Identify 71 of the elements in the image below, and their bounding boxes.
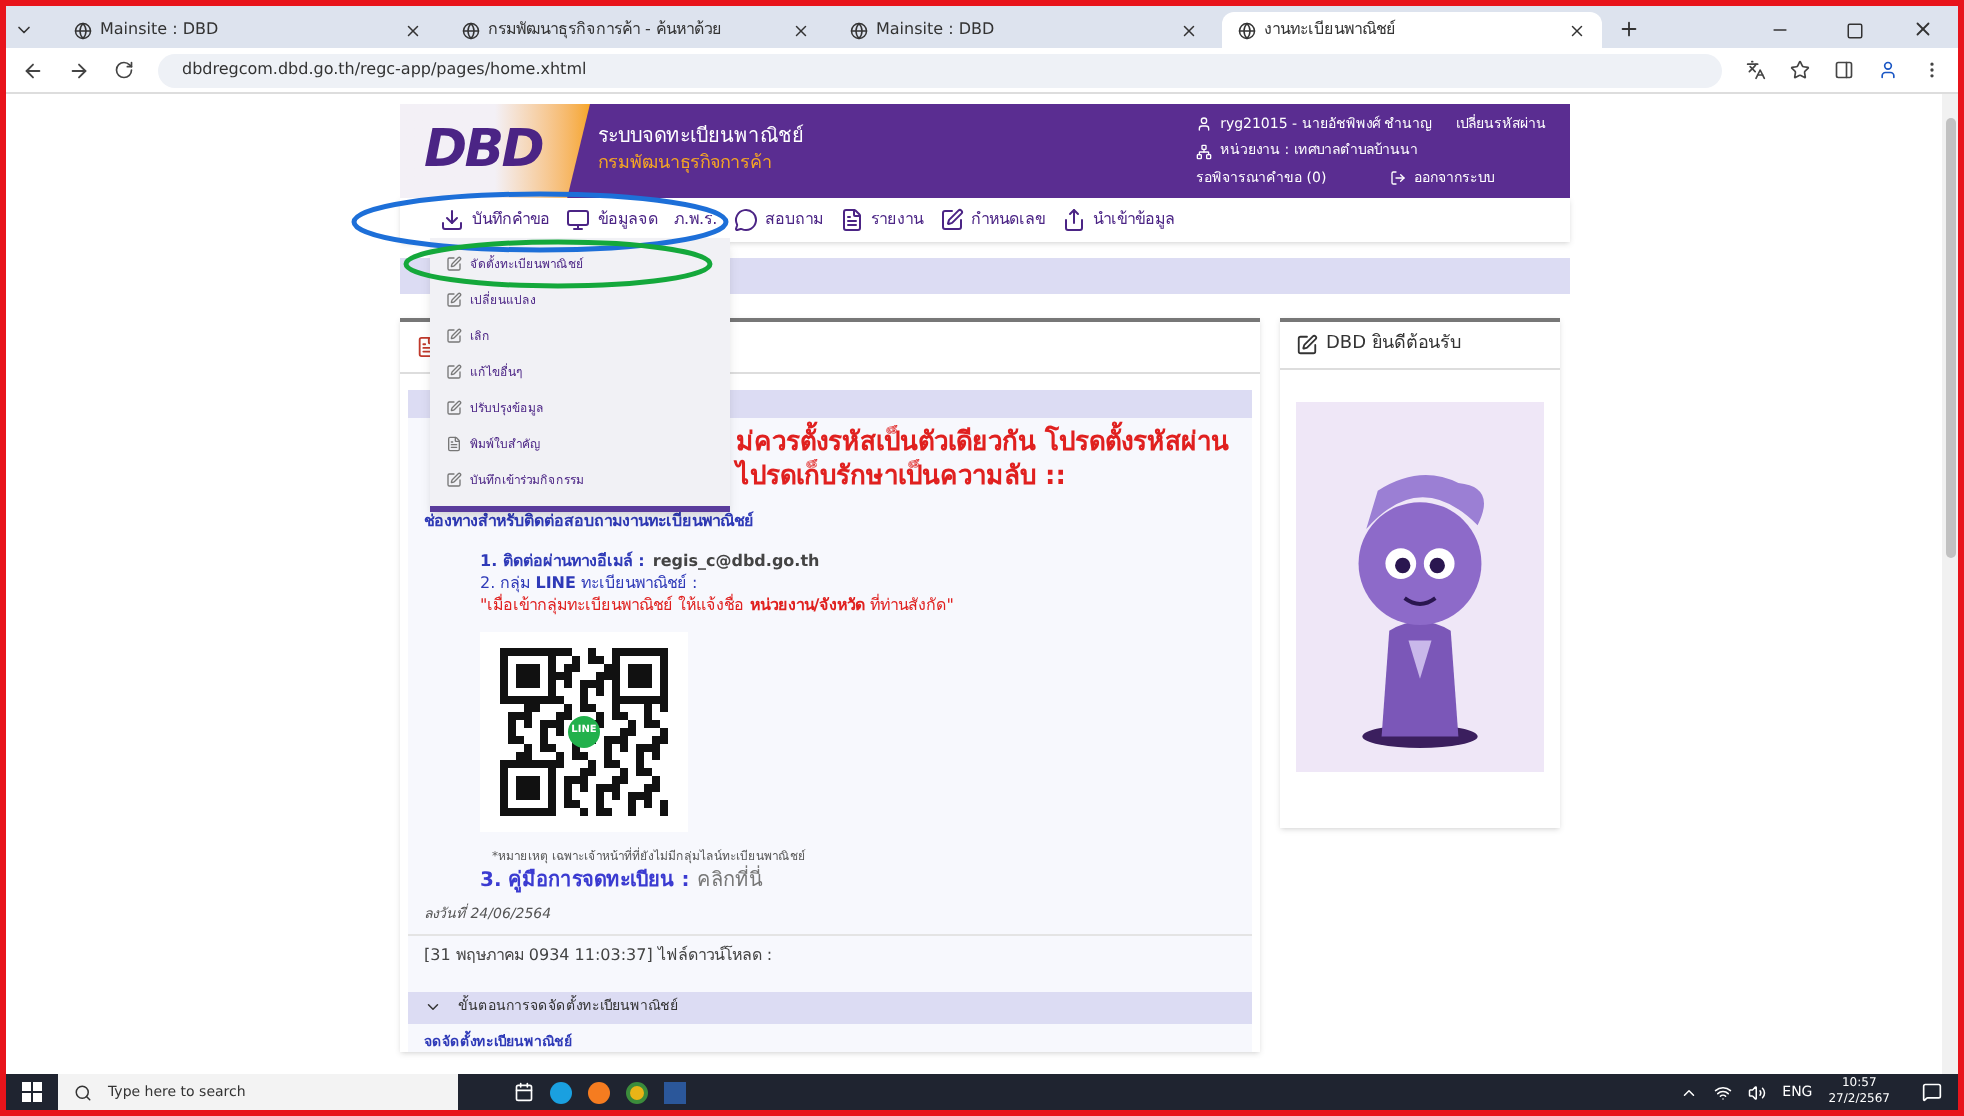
browser-tab[interactable]: งานทะเบียนพาณิชย์ <box>1222 12 1602 48</box>
chevron-icon <box>424 998 442 1016</box>
email-text: regis_c@dbd.go.th <box>652 550 820 572</box>
department-name: กรมพัฒนาธุรกิจการค้า <box>598 152 774 179</box>
bookmark-star-icon[interactable] <box>1790 60 1810 80</box>
welcome-title: DBD ยินดีต้อนรับ <box>1326 331 1462 358</box>
translate-icon[interactable] <box>1746 60 1766 80</box>
contact-heading: ช่องทางสำหรับติดต่อสอบถามงานทะเบียนพาณิชย์ <box>422 510 756 534</box>
document-icon <box>839 208 864 232</box>
edit-icon <box>446 328 462 344</box>
system-name: ระบบจดทะเบียนพาณิชย์ <box>598 122 804 153</box>
nav-item[interactable]: รายงาน <box>839 208 924 232</box>
monitor-icon <box>566 208 590 232</box>
browser-tab[interactable]: Mainsite : DBD <box>834 12 1214 48</box>
browser-tab[interactable]: Mainsite : DBD <box>58 12 438 48</box>
network-icon[interactable] <box>1714 1083 1733 1101</box>
tab-title: กรมพัฒนาธุรกิจการค้า - ค้นหาด้วย <box>488 18 724 42</box>
search-icon <box>74 1083 92 1101</box>
nav-item[interactable]: บันทึกคำขอ <box>440 208 550 232</box>
share-icon <box>1061 208 1086 232</box>
close-icon[interactable] <box>404 21 422 39</box>
close-icon[interactable] <box>792 21 810 39</box>
manual-label: 3. คู่มือการจดทะเบียน : <box>480 866 690 896</box>
chat-icon <box>733 208 758 232</box>
edit-icon <box>446 472 462 488</box>
globe-icon <box>462 21 480 39</box>
tab-title: Mainsite : DBD <box>876 18 997 42</box>
profile-icon[interactable] <box>1878 60 1898 80</box>
new-tab-icon[interactable] <box>1618 18 1640 40</box>
forward-icon[interactable] <box>68 59 90 81</box>
tab-title: งานทะเบียนพาณิชย์ <box>1264 18 1398 42</box>
address-bar[interactable]: dbdregcom.dbd.go.th/regc-app/pages/home.xhtml <box>158 53 1722 87</box>
logout-icon <box>1390 170 1407 186</box>
back-icon[interactable] <box>22 59 44 81</box>
nav-item[interactable]: ภ.พ.ร. <box>674 208 718 232</box>
edit-icon <box>446 364 462 380</box>
close-icon[interactable] <box>1912 18 1934 40</box>
globe-icon <box>74 21 92 39</box>
line-note: "เมื่อเข้ากลุ่มทะเบียนพาณิชย์ ให้แจ้งชื่อ หน่วยงาน/จังหวัด ที่ท่านสังกัด" <box>480 594 956 616</box>
nav-item[interactable]: สอบถาม <box>733 208 824 232</box>
side-panel-icon[interactable] <box>1834 60 1854 80</box>
email-label: 1. ติดต่อผ่านทางอีเมล์ : <box>480 550 645 572</box>
warning-text: ไปรดเก็บรักษาเป็นความลับ :: <box>736 460 1068 494</box>
speaker-icon[interactable] <box>1748 1083 1767 1101</box>
nav-item[interactable]: นำเข้าข้อมูล <box>1061 208 1176 232</box>
user-icon <box>1196 116 1213 132</box>
reload-icon[interactable] <box>114 60 134 80</box>
edit-icon <box>1296 334 1318 356</box>
close-icon[interactable] <box>1568 21 1586 39</box>
nav-item[interactable]: กำหนดเลข <box>939 208 1046 232</box>
download-icon <box>440 208 464 232</box>
edit-icon <box>939 208 964 232</box>
edit-icon <box>446 292 462 308</box>
line-group-label: 2. กลุ่ม LINE ทะเบียนพาณิชย์ : <box>480 572 700 594</box>
manual-link[interactable]: คลิกที่นี่ <box>697 866 764 896</box>
download-text: [31 พฤษภาคม 0934 11:03:37] ไฟล์ดาวน์โหลด : <box>408 933 1252 975</box>
org-icon <box>1196 143 1213 159</box>
maximize-icon[interactable] <box>1846 22 1864 40</box>
globe-icon <box>1238 21 1256 39</box>
notification-icon[interactable] <box>1922 1082 1942 1102</box>
nav-item[interactable]: ข้อมูลจด <box>566 208 658 232</box>
close-icon[interactable] <box>1180 21 1198 39</box>
scrollbar[interactable] <box>1942 94 1958 1074</box>
browser-tab[interactable]: กรมพัฒนาธุรกิจการค้า - ค้นหาด้วย <box>446 12 826 48</box>
edit-icon <box>446 256 462 272</box>
document-icon <box>446 436 462 452</box>
tab-title: Mainsite : DBD <box>100 18 221 42</box>
warning-text: ม่ควรตั้งรหัสเป็นตัวเดียวกัน โปรดตั้งรหัสผ่าน <box>736 426 1252 460</box>
windows-start-icon[interactable] <box>22 1082 42 1102</box>
globe-icon <box>850 21 868 39</box>
edit-icon <box>446 400 462 416</box>
